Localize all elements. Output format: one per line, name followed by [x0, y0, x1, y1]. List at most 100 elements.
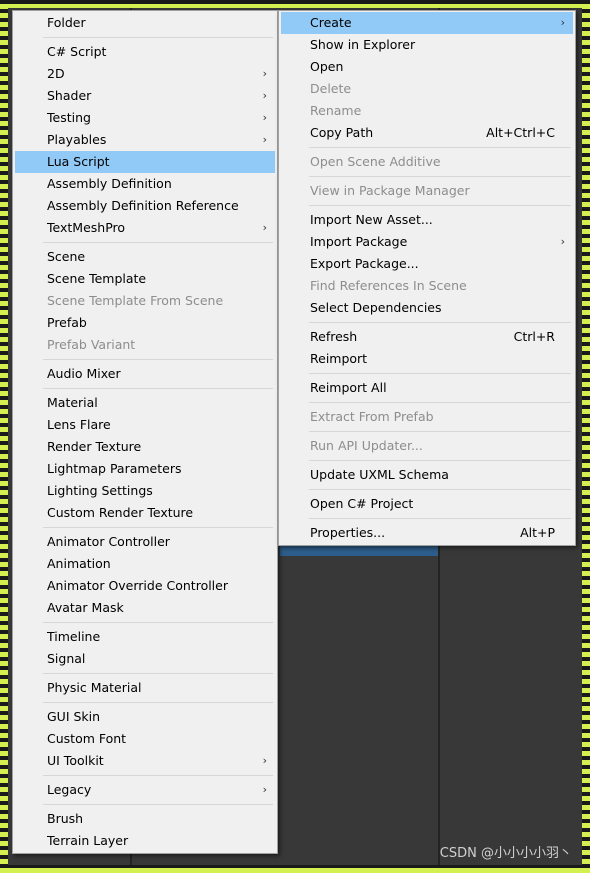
menu-item-label: Avatar Mask	[47, 600, 124, 615]
menu-item-label: Reimport	[310, 351, 368, 366]
menu-item-animator-override-controller[interactable]: Animator Override Controller	[15, 575, 275, 597]
menu-item-label: Rename	[310, 103, 362, 118]
menu-separator	[15, 801, 275, 808]
menu-item-folder[interactable]: Folder	[15, 12, 275, 34]
shortcut-label: Alt+P	[520, 525, 555, 540]
menu-item-properties[interactable]: Properties... Alt+P	[281, 522, 573, 544]
menu-item-label: Brush	[47, 811, 84, 826]
menu-item-2d[interactable]: 2D ›	[15, 63, 275, 85]
menu-separator	[281, 173, 573, 180]
menu-item-label: Run API Updater...	[310, 438, 423, 453]
menu-item-label: Find References In Scene	[310, 278, 467, 293]
menu-item-physic-material[interactable]: Physic Material	[15, 677, 275, 699]
menu-item-gui-skin[interactable]: GUI Skin	[15, 706, 275, 728]
menu-separator	[15, 772, 275, 779]
menu-item-create[interactable]: Create ›	[281, 12, 573, 34]
menu-item-label: Lightmap Parameters	[47, 461, 182, 476]
menu-item-import-new-asset[interactable]: Import New Asset...	[281, 209, 573, 231]
menu-item-label: Import New Asset...	[310, 212, 433, 227]
menu-item-playables[interactable]: Playables ›	[15, 129, 275, 151]
menu-item-label: Legacy	[47, 782, 92, 797]
menu-item-label: Lua Script	[47, 154, 110, 169]
menu-item-audio-mixer[interactable]: Audio Mixer	[15, 363, 275, 385]
menu-item-view-in-package-manager: View in Package Manager	[281, 180, 573, 202]
menu-item-reimport-all[interactable]: Reimport All	[281, 377, 573, 399]
menu-item-render-texture[interactable]: Render Texture	[15, 436, 275, 458]
menu-item-material[interactable]: Material	[15, 392, 275, 414]
menu-item-copy-path[interactable]: Copy Path Alt+Ctrl+C	[281, 122, 573, 144]
menu-item-label: Lens Flare	[47, 417, 111, 432]
menu-item-label: Terrain Layer	[47, 833, 129, 848]
menu-item-legacy[interactable]: Legacy ›	[15, 779, 275, 801]
menu-item-label: Open	[310, 59, 344, 74]
menu-item-prefab-variant: Prefab Variant	[15, 334, 275, 356]
menu-item-custom-render-texture[interactable]: Custom Render Texture	[15, 502, 275, 524]
menu-item-assembly-definition[interactable]: Assembly Definition	[15, 173, 275, 195]
menu-item-brush[interactable]: Brush	[15, 808, 275, 830]
menu-item-refresh[interactable]: Refresh Ctrl+R	[281, 326, 573, 348]
menu-item-update-uxml-schema[interactable]: Update UXML Schema	[281, 464, 573, 486]
menu-item-ui-toolkit[interactable]: UI Toolkit ›	[15, 750, 275, 772]
menu-item-label: Create	[310, 15, 352, 30]
create-submenu: Folder C# Script 2D › Shader › Testing › Playabl…	[12, 10, 278, 854]
menu-item-animation[interactable]: Animation	[15, 553, 275, 575]
menu-item-label: Material	[47, 395, 98, 410]
menu-item-custom-font[interactable]: Custom Font	[15, 728, 275, 750]
chevron-right-icon: ›	[262, 67, 267, 80]
menu-separator	[15, 619, 275, 626]
menu-item-label: Playables	[47, 132, 107, 147]
menu-item-select-dependencies[interactable]: Select Dependencies	[281, 297, 573, 319]
menu-item-open-csharp-project[interactable]: Open C# Project	[281, 493, 573, 515]
menu-item-prefab[interactable]: Prefab	[15, 312, 275, 334]
menu-item-shader[interactable]: Shader ›	[15, 85, 275, 107]
menu-item-label: Scene Template From Scene	[47, 293, 224, 308]
menu-item-rename: Rename	[281, 100, 573, 122]
menu-item-lighting-settings[interactable]: Lighting Settings	[15, 480, 275, 502]
menu-item-export-package[interactable]: Export Package...	[281, 253, 573, 275]
menu-item-label: Timeline	[47, 629, 101, 644]
menu-item-animator-controller[interactable]: Animator Controller	[15, 531, 275, 553]
menu-item-terrain-layer[interactable]: Terrain Layer	[15, 830, 275, 852]
menu-separator	[15, 239, 275, 246]
shortcut-label: Alt+Ctrl+C	[486, 125, 555, 140]
menu-item-reimport[interactable]: Reimport	[281, 348, 573, 370]
menu-item-testing[interactable]: Testing ›	[15, 107, 275, 129]
menu-item-lua-script[interactable]: Lua Script	[15, 151, 275, 173]
chevron-right-icon: ›	[262, 111, 267, 124]
menu-item-label: Extract From Prefab	[310, 409, 434, 424]
menu-item-label: Animator Controller	[47, 534, 170, 549]
menu-item-label: Render Texture	[47, 439, 142, 454]
menu-item-open[interactable]: Open	[281, 56, 573, 78]
menu-item-label: Reimport All	[310, 380, 387, 395]
menu-item-assembly-definition-reference[interactable]: Assembly Definition Reference	[15, 195, 275, 217]
menu-item-delete: Delete	[281, 78, 573, 100]
menu-item-label: Refresh	[310, 329, 358, 344]
menu-item-label: Folder	[47, 15, 86, 30]
menu-item-import-package[interactable]: Import Package ›	[281, 231, 573, 253]
menu-item-label: Prefab	[47, 315, 87, 330]
menu-item-timeline[interactable]: Timeline	[15, 626, 275, 648]
chevron-right-icon: ›	[560, 235, 565, 248]
menu-item-label: Physic Material	[47, 680, 142, 695]
menu-item-lens-flare[interactable]: Lens Flare	[15, 414, 275, 436]
chevron-right-icon: ›	[262, 783, 267, 796]
menu-item-scene[interactable]: Scene	[15, 246, 275, 268]
menu-item-textmeshpro[interactable]: TextMeshPro ›	[15, 217, 275, 239]
menu-item-csharp-script[interactable]: C# Script	[15, 41, 275, 63]
menu-item-label: 2D	[47, 66, 65, 81]
context-menu: Create › Show in Explorer Open Delete Rename C…	[278, 10, 576, 546]
menu-item-avatar-mask[interactable]: Avatar Mask	[15, 597, 275, 619]
menu-item-label: Assembly Definition Reference	[47, 198, 239, 213]
menu-item-lightmap-parameters[interactable]: Lightmap Parameters	[15, 458, 275, 480]
menu-item-signal[interactable]: Signal	[15, 648, 275, 670]
chevron-right-icon: ›	[262, 89, 267, 102]
menu-item-label: Export Package...	[310, 256, 419, 271]
menu-item-label: Copy Path	[310, 125, 374, 140]
menu-separator	[281, 399, 573, 406]
menu-item-show-in-explorer[interactable]: Show in Explorer	[281, 34, 573, 56]
watermark: CSDN @小小小小羽丶	[439, 846, 572, 861]
menu-separator	[281, 319, 573, 326]
menu-item-label: Signal	[47, 651, 86, 666]
menu-item-scene-template[interactable]: Scene Template	[15, 268, 275, 290]
chevron-right-icon: ›	[262, 133, 267, 146]
